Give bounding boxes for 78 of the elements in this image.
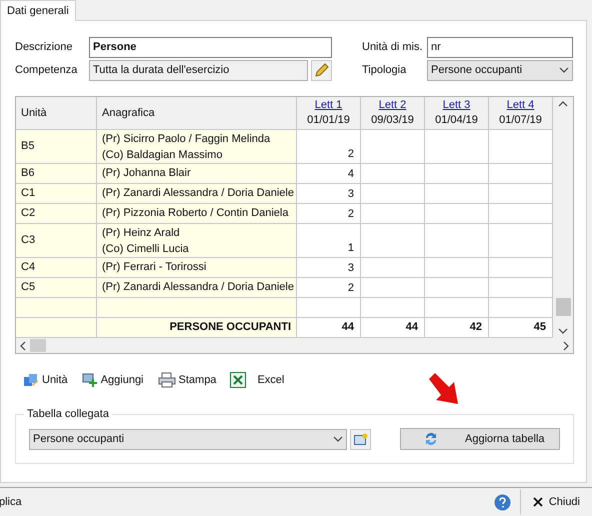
chevron-up-icon bbox=[558, 101, 568, 107]
period-field: Tutta la durata dell'esercizio bbox=[89, 60, 308, 80]
column-date: 09/03/19 bbox=[371, 113, 414, 128]
unit-field[interactable]: nr bbox=[427, 36, 573, 58]
table-cell: (Pr) Pizzonia Roberto / Contin Daniela bbox=[97, 204, 297, 223]
toolbar-button[interactable]: Aggiungi bbox=[82, 370, 144, 390]
table-cell: (Pr) Heinz Arald (Co) Cimelli Lucia bbox=[97, 224, 297, 257]
table-cell: (Pr) Zanardi Alessandra / Doria Daniele bbox=[97, 184, 297, 203]
chevron-left-icon bbox=[20, 340, 26, 350]
help-icon[interactable] bbox=[494, 494, 511, 510]
chevron-right-icon bbox=[563, 340, 569, 350]
open-button[interactable] bbox=[350, 428, 371, 450]
table-cell: (Pr) Ferrari - Torirossi bbox=[97, 258, 297, 277]
column-date: 01/04/19 bbox=[435, 113, 478, 128]
description-field[interactable]: Persone bbox=[89, 36, 332, 58]
column-link[interactable]: Lett 4 bbox=[506, 98, 534, 113]
table-cell: (Pr) Johanna Blair bbox=[97, 164, 297, 183]
scroll-thumb[interactable] bbox=[30, 339, 46, 352]
column-header[interactable]: Lett 1 01/01/19 bbox=[297, 97, 361, 129]
table-cell: 3 bbox=[297, 184, 361, 203]
table-cell: C3 bbox=[16, 224, 97, 257]
chevron-down-icon bbox=[558, 328, 568, 334]
table-cell: 4 bbox=[297, 164, 361, 183]
column-link[interactable]: Lett 1 bbox=[314, 98, 342, 113]
chevron-down-icon bbox=[333, 436, 343, 442]
table-cell: (Pr) Sicirro Paolo / Faggin Melinda (Co) Baldagian Massimo bbox=[97, 130, 297, 163]
table-cell: C2 bbox=[16, 204, 97, 223]
edit-button[interactable] bbox=[311, 60, 332, 80]
refresh-table-button[interactable]: Aggiorna tabella bbox=[400, 428, 560, 450]
table-cell: 3 bbox=[297, 258, 361, 277]
total-cell: 44 bbox=[361, 318, 425, 337]
table-cell: B5 bbox=[16, 130, 97, 163]
column-link[interactable]: Lett 3 bbox=[442, 98, 470, 113]
horizontal-scrollbar[interactable] bbox=[16, 338, 573, 353]
status-text: plica bbox=[0, 494, 22, 510]
linked-table-dropdown[interactable]: Persone occupanti bbox=[29, 428, 347, 450]
table-cell: 1 bbox=[297, 224, 361, 257]
toolbar-button[interactable]: Stampa bbox=[158, 370, 216, 390]
table-cell: 2 bbox=[297, 204, 361, 223]
table-cell: 2 bbox=[297, 130, 361, 163]
toolbar-button[interactable]: Unità bbox=[23, 370, 68, 390]
column-date: 01/01/19 bbox=[307, 113, 350, 128]
table-cell: C1 bbox=[16, 184, 97, 203]
cubes-icon bbox=[23, 372, 39, 388]
column-date: 01/07/19 bbox=[499, 113, 542, 128]
close-icon bbox=[532, 497, 543, 507]
pointer-arrow bbox=[427, 371, 461, 407]
close-button[interactable]: Chiudi bbox=[520, 488, 592, 516]
table-cell: (Pr) Zanardi Alessandra / Doria Daniele bbox=[97, 278, 297, 297]
field-label: Tipologia bbox=[362, 62, 408, 78]
total-label: PERSONE OCCUPANTI bbox=[97, 318, 297, 337]
tab[interactable]: Dati generali bbox=[0, 0, 76, 21]
column-header[interactable]: Anagrafica bbox=[97, 97, 297, 129]
group-title: Tabella collegata bbox=[24, 406, 112, 422]
scroll-thumb[interactable] bbox=[556, 298, 570, 316]
column-header[interactable]: Lett 3 01/04/19 bbox=[425, 97, 489, 129]
column-link[interactable]: Lett 2 bbox=[378, 98, 406, 113]
field-label: Unità di mis. bbox=[362, 40, 424, 55]
table-cell: 2 bbox=[297, 278, 361, 297]
toolbar-button[interactable]: Excel bbox=[230, 370, 284, 390]
printer-icon bbox=[158, 372, 176, 388]
column-header[interactable]: Lett 2 09/03/19 bbox=[361, 97, 425, 129]
field-label: Competenza bbox=[15, 62, 78, 78]
table-cell: B6 bbox=[16, 164, 97, 183]
vertical-scrollbar[interactable] bbox=[553, 97, 573, 338]
type-dropdown[interactable]: Persone occupanti bbox=[427, 60, 573, 80]
table-cell: C4 bbox=[16, 258, 97, 277]
table-cell: C5 bbox=[16, 278, 97, 297]
refresh-icon bbox=[423, 431, 439, 447]
field-label: Descrizione bbox=[15, 40, 74, 55]
chevron-down-icon bbox=[559, 67, 569, 73]
total-cell: 44 bbox=[297, 318, 361, 337]
add-icon bbox=[82, 372, 98, 388]
total-cell: 42 bbox=[425, 318, 489, 337]
column-header[interactable]: Unità bbox=[16, 97, 97, 129]
window-icon bbox=[354, 433, 368, 445]
pencil-icon bbox=[314, 62, 329, 78]
spreadsheet-icon bbox=[230, 372, 246, 388]
